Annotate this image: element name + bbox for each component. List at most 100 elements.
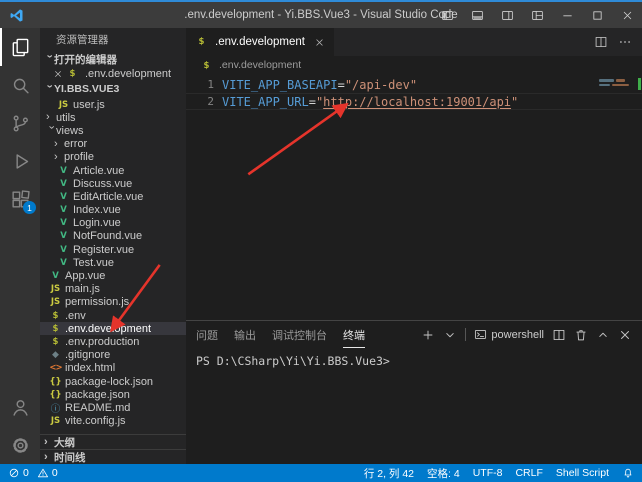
token: " xyxy=(511,95,518,109)
window-maximize-button[interactable] xyxy=(582,2,612,28)
activity-source-control[interactable] xyxy=(0,104,40,142)
activity-extensions[interactable]: 1 xyxy=(0,180,40,218)
sidebar-section-header[interactable]: ›大纲 xyxy=(40,434,186,449)
status-segment[interactable]: UTF-8 xyxy=(473,467,503,479)
tree-item[interactable]: JSuser.js xyxy=(40,98,186,111)
editor-column: $.env.development $ .env.development 1VI… xyxy=(186,28,642,464)
activity-settings[interactable] xyxy=(0,426,40,464)
close-panel-icon[interactable] xyxy=(618,328,632,342)
tree-item[interactable]: VNotFound.vue xyxy=(40,230,186,243)
code-editor[interactable]: 1VITE_APP_BASEAPI="/api-dev"2VITE_APP_UR… xyxy=(186,74,642,320)
tree-item[interactable]: VDiscuss.vue xyxy=(40,177,186,190)
tree-item-label: App.vue xyxy=(65,270,105,282)
more-actions-icon[interactable] xyxy=(618,35,632,49)
split-editor-icon[interactable] xyxy=(594,35,608,49)
js-file-icon: JS xyxy=(57,100,70,110)
run-debug-icon xyxy=(10,151,31,172)
layout-panel-icon xyxy=(471,9,484,22)
kill-terminal-icon[interactable] xyxy=(574,328,588,342)
tree-item-label: permission.js xyxy=(65,296,129,308)
panel-tab[interactable]: 终端 xyxy=(343,321,365,348)
panel-tabs: 问题输出调试控制台终端 xyxy=(196,321,365,348)
status-bell[interactable] xyxy=(622,467,634,479)
status-text: 0 xyxy=(52,467,58,479)
tree-item[interactable]: ›error xyxy=(40,138,186,151)
minimap[interactable] xyxy=(596,77,642,117)
tree-item[interactable]: VApp.vue xyxy=(40,269,186,282)
breadcrumb[interactable]: $ .env.development xyxy=(186,56,642,74)
tree-item[interactable]: VRegister.vue xyxy=(40,243,186,256)
maximize-panel-icon[interactable] xyxy=(596,328,610,342)
tree-item[interactable]: ›profile xyxy=(40,151,186,164)
activity-run-debug[interactable] xyxy=(0,142,40,180)
tree-item[interactable]: {}package-lock.json xyxy=(40,375,186,388)
status-right: 行 2, 列 42 空格: 4 UTF-8 CRLF Shell Script xyxy=(364,466,634,481)
status-segment[interactable]: 空格: 4 xyxy=(427,466,460,481)
activity-account[interactable] xyxy=(0,388,40,426)
tree-item[interactable]: ⓘREADME.md xyxy=(40,401,186,414)
open-editors-header[interactable]: › 打开的编辑器 xyxy=(40,50,186,68)
chevron-down-icon: › xyxy=(44,84,55,94)
tree-item[interactable]: JSmain.js xyxy=(40,283,186,296)
tree-item-label: index.html xyxy=(65,362,115,374)
status-segment[interactable]: 行 2, 列 42 xyxy=(364,466,414,481)
line-text: VITE_APP_BASEAPI="/api-dev" xyxy=(214,78,417,92)
panel-tab[interactable]: 问题 xyxy=(196,321,218,348)
tree-item[interactable]: ›utils xyxy=(40,111,186,124)
tree-item[interactable]: VArticle.vue xyxy=(40,164,186,177)
project-header[interactable]: › YI.BBS.VUE3 xyxy=(40,80,186,98)
env-file-icon: $ xyxy=(200,61,213,71)
split-terminal-icon[interactable] xyxy=(552,328,566,342)
status-segment[interactable]: Shell Script xyxy=(556,467,609,479)
new-terminal-icon[interactable] xyxy=(421,328,435,342)
code-line[interactable]: 2VITE_APP_URL="http://localhost:19001/ap… xyxy=(186,93,642,110)
tree-item-label: profile xyxy=(64,151,94,163)
open-editors-list: $.env.development xyxy=(40,68,186,80)
window-layout-sidebar-button[interactable] xyxy=(432,2,462,28)
tree-item[interactable]: VEditArticle.vue xyxy=(40,190,186,203)
activity-bar: 1 xyxy=(0,28,40,464)
layout-customize-icon xyxy=(531,9,544,22)
tree-item[interactable]: $.env xyxy=(40,309,186,322)
code-line[interactable]: 1VITE_APP_BASEAPI="/api-dev" xyxy=(186,76,642,93)
token: = xyxy=(338,78,345,92)
open-editor-item[interactable]: $.env.development xyxy=(40,68,186,80)
editor-tab[interactable]: $.env.development xyxy=(186,28,334,56)
tree-item[interactable]: $.env.production xyxy=(40,335,186,348)
sidebar-section-header[interactable]: ›时间线 xyxy=(40,449,186,464)
tree-item[interactable]: JSpermission.js xyxy=(40,296,186,309)
tree-item[interactable]: JSvite.config.js xyxy=(40,415,186,428)
tree-item[interactable]: {}package.json xyxy=(40,388,186,401)
terminal-profile[interactable]: powershell xyxy=(474,328,544,341)
overview-ruler-change-mark xyxy=(638,78,641,90)
tree-item[interactable]: $.env.development xyxy=(40,322,186,335)
window-layout-customize-button[interactable] xyxy=(522,2,552,28)
tree-item[interactable]: ›views xyxy=(40,124,186,137)
status-warning[interactable]: 0 xyxy=(37,467,58,479)
panel-tab[interactable]: 输出 xyxy=(234,321,256,348)
close-icon[interactable] xyxy=(314,37,325,48)
panel-tab[interactable]: 调试控制台 xyxy=(272,321,327,348)
vue-file-icon: V xyxy=(57,231,70,241)
terminal-dropdown-icon[interactable] xyxy=(443,328,457,342)
tree-item[interactable]: VLogin.vue xyxy=(40,217,186,230)
tree-item[interactable]: ◆.gitignore xyxy=(40,349,186,362)
tree-item[interactable]: VIndex.vue xyxy=(40,204,186,217)
breadcrumb-item[interactable]: .env.development xyxy=(219,59,301,71)
tree-item[interactable]: VTest.vue xyxy=(40,256,186,269)
window-layout-secondary-sidebar-button[interactable] xyxy=(492,2,522,28)
status-error[interactable]: 0 xyxy=(8,467,29,479)
terminal-content[interactable]: PS D:\CSharp\Yi\Yi.BBS.Vue3> xyxy=(186,348,642,464)
window-layout-panel-button[interactable] xyxy=(462,2,492,28)
window-minimize-button[interactable] xyxy=(552,2,582,28)
window-close-button[interactable] xyxy=(612,2,642,28)
activity-explorer[interactable] xyxy=(0,28,40,66)
explorer-icon xyxy=(10,37,31,58)
line-number: 1 xyxy=(186,78,214,91)
json-file-icon: {} xyxy=(49,377,62,387)
close-icon[interactable] xyxy=(53,69,63,79)
activity-search[interactable] xyxy=(0,66,40,104)
tree-item[interactable]: <>index.html xyxy=(40,362,186,375)
status-segment[interactable]: CRLF xyxy=(515,467,542,479)
chevron-down-icon: › xyxy=(46,126,57,136)
